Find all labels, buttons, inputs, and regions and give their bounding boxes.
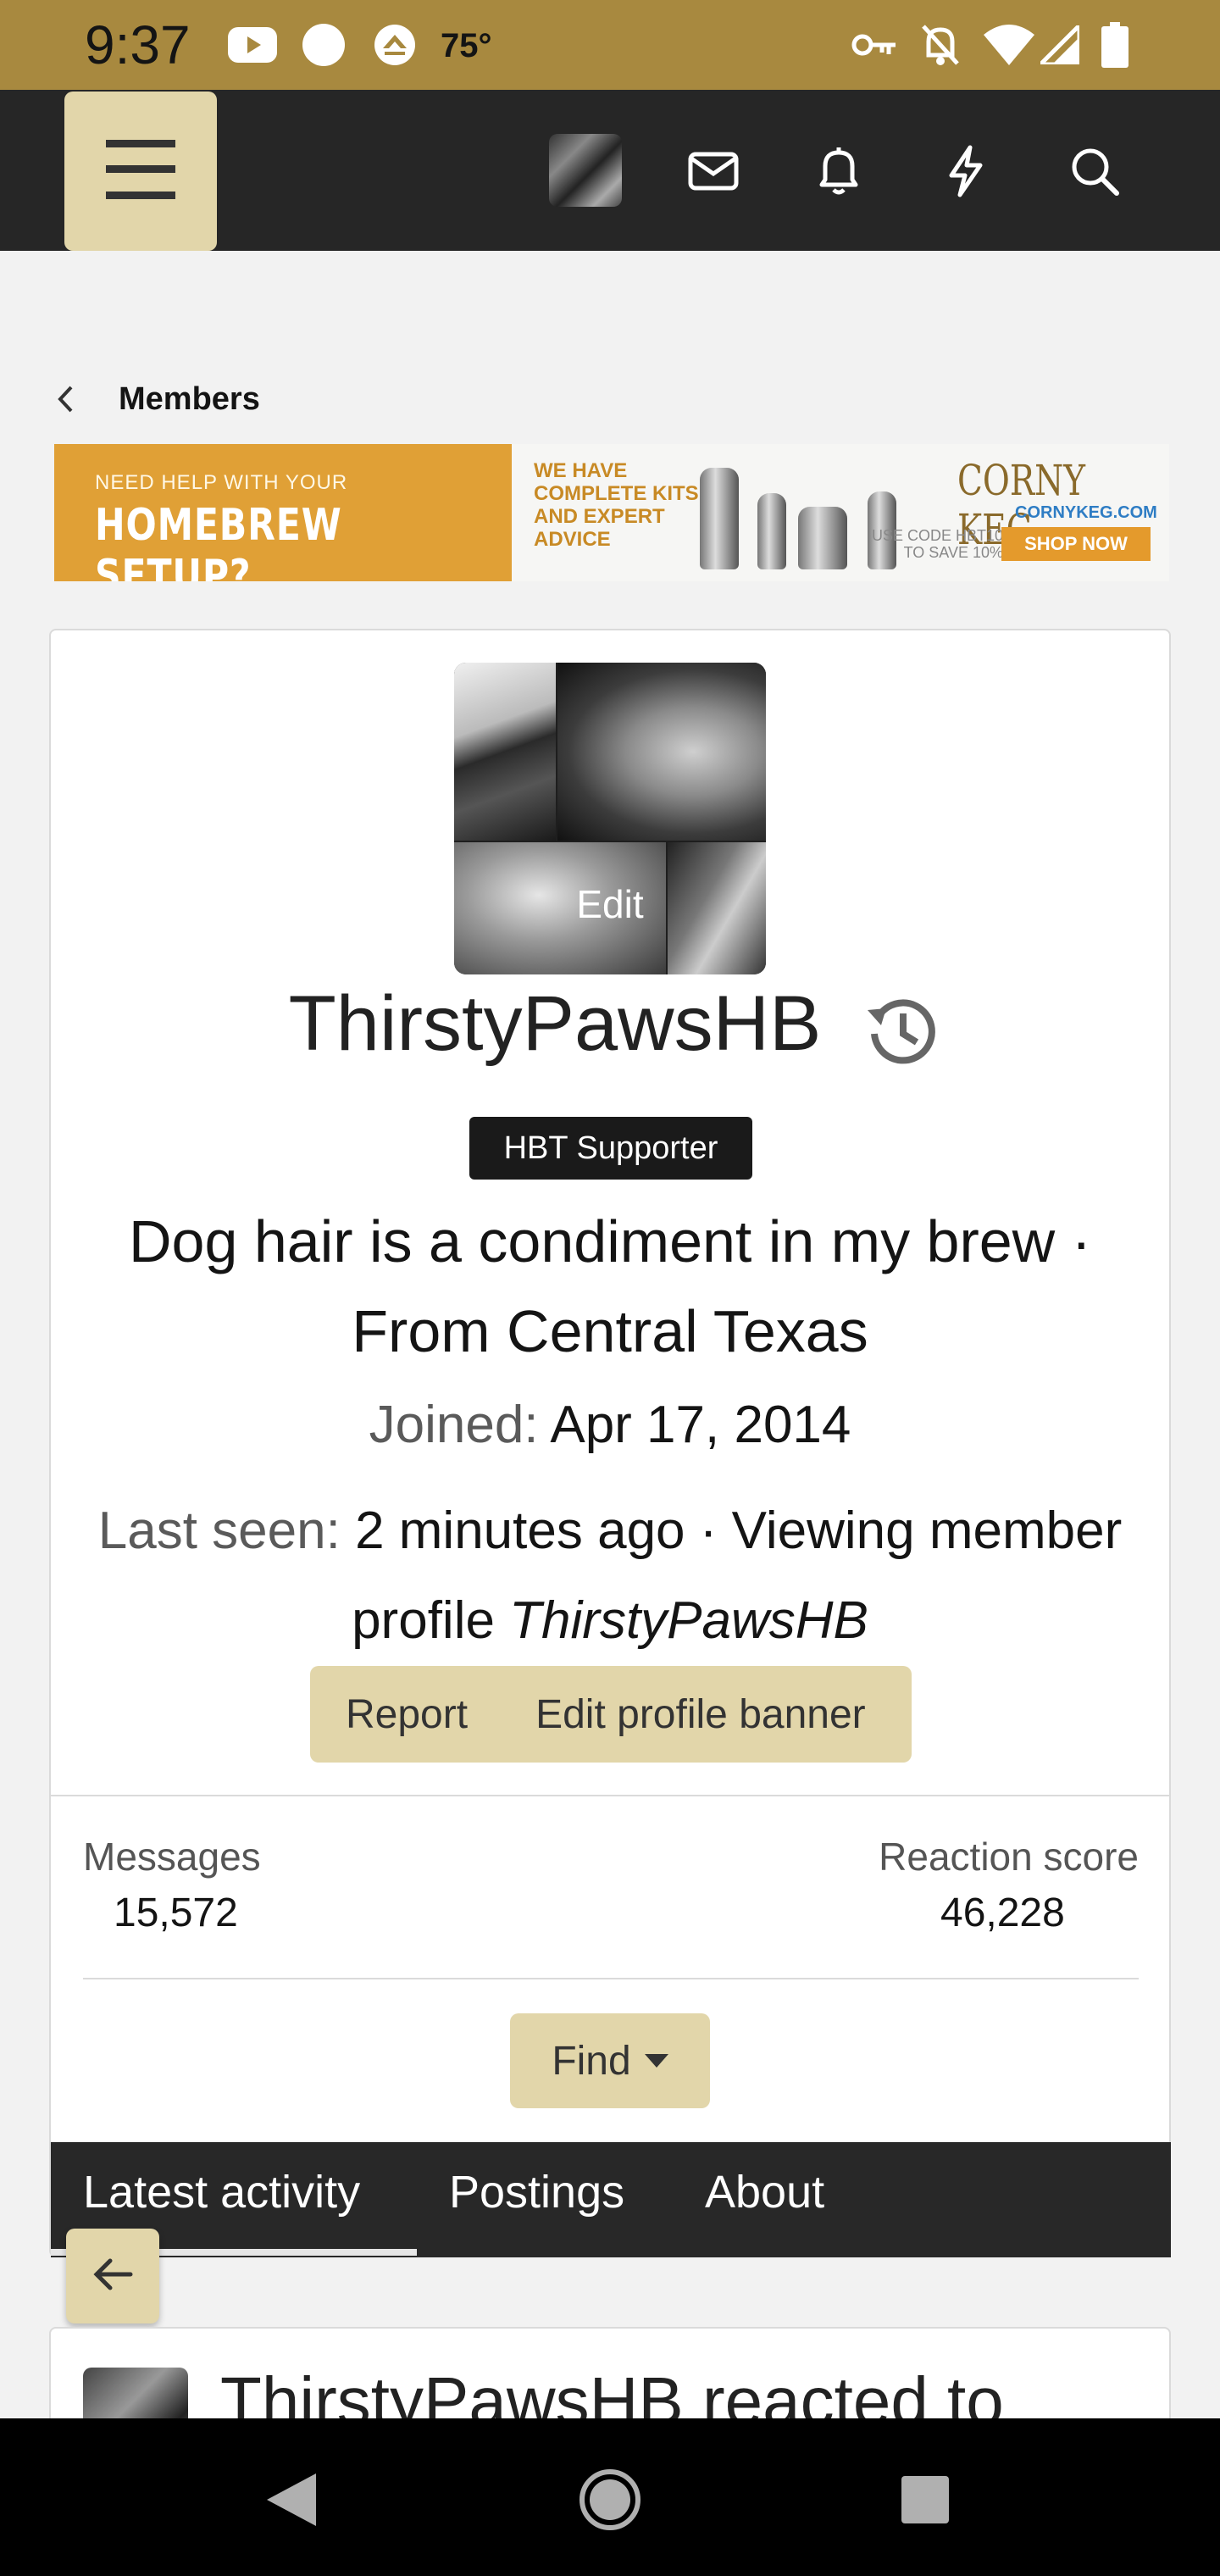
ad-banner-left: NEED HELP WITH YOUR HOMEBREW SETUP?: [54, 444, 512, 581]
arrow-left-icon: [92, 2257, 134, 2296]
ad-shop-now-button[interactable]: SHOP NOW: [1001, 527, 1151, 561]
find-button[interactable]: Find: [510, 2013, 710, 2108]
ad-kits-text: WE HAVE COMPLETE KITS AND EXPERT ADVICE: [534, 459, 699, 551]
user-avatar-button[interactable]: [549, 134, 622, 207]
breadcrumb-label: Members: [119, 380, 260, 417]
divider: [51, 1795, 1169, 1796]
vpn-key-icon: [851, 20, 898, 69]
nav-recents-icon[interactable]: [891, 2466, 959, 2534]
joined-value: Apr 17, 2014: [550, 1396, 851, 1454]
keg-image: [700, 468, 739, 569]
nav-home-icon[interactable]: [576, 2466, 644, 2534]
circle-icon: [300, 20, 347, 69]
chevron-left-icon: [56, 385, 90, 414]
ad-small-text: NEED HELP WITH YOUR: [95, 471, 348, 494]
joined-row: Joined: Apr 17, 2014: [0, 1395, 1220, 1455]
lightning-icon[interactable]: [930, 136, 1001, 207]
ad-promo-code: USE CODE HBT10 TO SAVE 10%: [871, 527, 1003, 561]
menu-button[interactable]: [64, 92, 217, 251]
search-icon[interactable]: [1059, 136, 1130, 207]
reaction-score-label: Reaction score: [879, 1835, 1139, 1879]
ad-headline: HOMEBREW SETUP?: [95, 500, 342, 581]
divider: [83, 1978, 1139, 1979]
keg-image: [757, 493, 786, 569]
temperature: 75°: [441, 27, 492, 64]
tab-about[interactable]: About: [705, 2166, 824, 2218]
nav-back-icon[interactable]: [258, 2466, 325, 2534]
profile-avatar[interactable]: [454, 663, 766, 974]
edit-profile-banner-button[interactable]: Edit profile banner: [502, 1691, 866, 1738]
status-time: 9:37: [85, 14, 191, 75]
joined-label: Joined:: [369, 1396, 539, 1454]
avatar-edit-label[interactable]: Edit: [454, 881, 766, 927]
weather-icon: [371, 20, 419, 69]
profile-action-bar: Report Edit profile banner: [310, 1666, 912, 1763]
wifi-icon: [983, 20, 1035, 69]
last-seen-profile-link[interactable]: ThirstyPawsHB: [509, 1591, 868, 1650]
bell-off-icon: [917, 20, 964, 69]
caret-down-icon: [644, 2054, 668, 2068]
ad-banner[interactable]: NEED HELP WITH YOUR HOMEBREW SETUP? WE H…: [54, 444, 1169, 581]
find-label: Find: [552, 2038, 631, 2084]
keg-image: [798, 507, 847, 569]
cellular-signal-icon: [1039, 20, 1081, 69]
last-seen-row: Last seen: 2 minutes ago · Viewing membe…: [59, 1486, 1161, 1666]
user-title-badge: HBT Supporter: [469, 1117, 752, 1180]
mail-icon[interactable]: [678, 136, 749, 207]
avatar-photo-tile: [557, 663, 766, 841]
history-icon[interactable]: [861, 990, 942, 1071]
report-button[interactable]: Report: [310, 1691, 502, 1738]
last-seen-label: Last seen:: [97, 1502, 341, 1560]
breadcrumb[interactable]: Members: [56, 378, 260, 420]
messages-count[interactable]: 15,572: [114, 1890, 238, 1936]
reaction-score-value[interactable]: 46,228: [940, 1890, 1065, 1936]
tab-postings[interactable]: Postings: [449, 2166, 624, 2218]
bell-icon[interactable]: [803, 136, 874, 207]
ad-url: CORNYKEG.COM: [1015, 503, 1157, 522]
youtube-icon: [227, 20, 278, 69]
username-text: ThirstyPawsHB: [288, 980, 822, 1067]
ad-banner-right: WE HAVE COMPLETE KITS AND EXPERT ADVICE …: [512, 444, 1169, 581]
profile-username: ThirstyPawsHB: [0, 980, 1220, 1069]
profile-tagline: Dog hair is a condiment in my brew · Fro…: [129, 1208, 1091, 1364]
tab-latest-activity[interactable]: Latest activity: [83, 2166, 360, 2218]
avatar-photo-tile: [454, 663, 556, 841]
menu-icon: [106, 139, 175, 203]
messages-label: Messages: [83, 1835, 261, 1879]
back-button[interactable]: [66, 2229, 159, 2323]
battery-icon: [1098, 20, 1132, 69]
